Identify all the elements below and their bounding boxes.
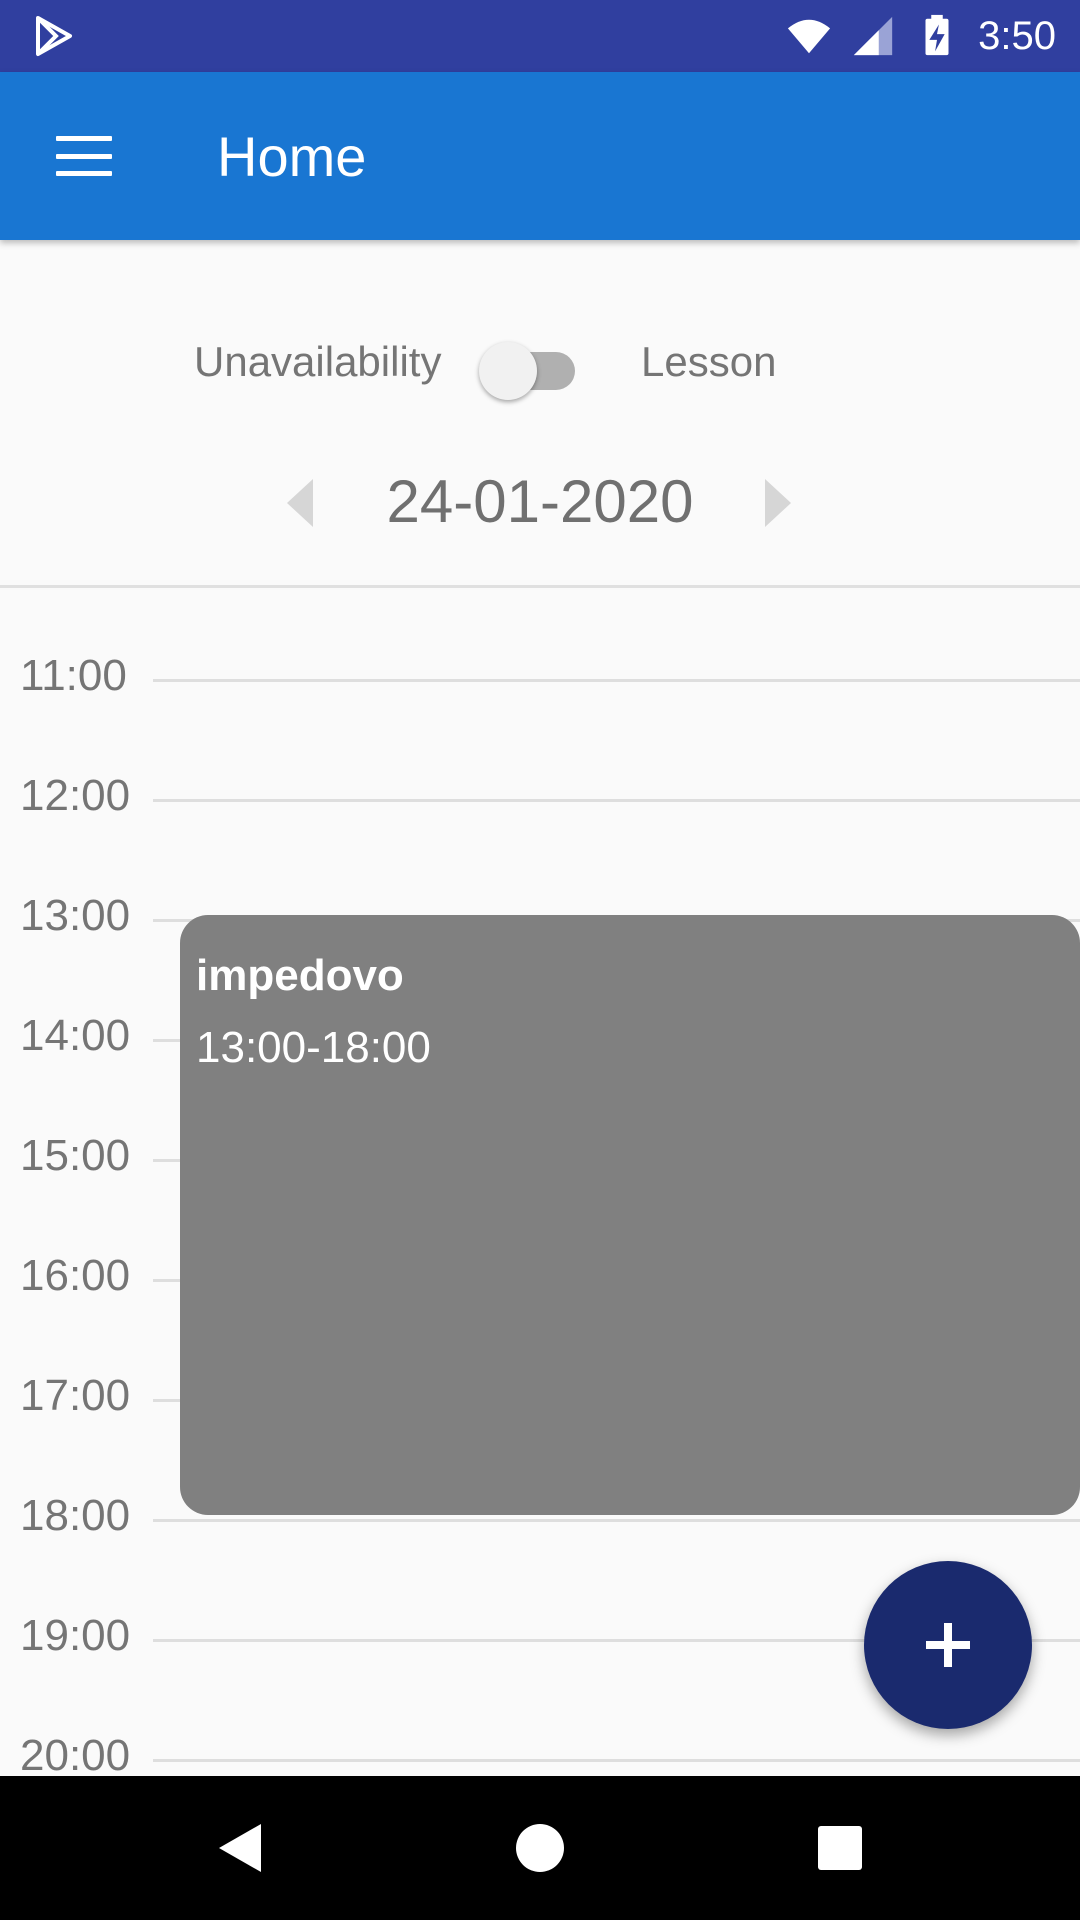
hour-label: 18:00 (20, 1491, 131, 1540)
cell-signal-icon (853, 16, 893, 56)
nav-home-button[interactable] (480, 1800, 600, 1896)
previous-day-button[interactable] (268, 471, 332, 535)
page-title: Home (217, 125, 367, 188)
mode-toggle-row: Unavailability Lesson (0, 320, 1080, 404)
current-date: 24-01-2020 (386, 468, 694, 535)
event-block[interactable]: impedovo 13:00-18:00 (180, 915, 1080, 1515)
mode-switch[interactable] (479, 334, 579, 400)
nav-back-button[interactable] (180, 1800, 300, 1896)
hour-line (153, 679, 1080, 682)
hour-row: 11:00 (0, 651, 1080, 711)
screen: 3:50 Home Unavailability Lesson 24-01-20… (0, 0, 1080, 1920)
hour-line (153, 1519, 1080, 1522)
home-icon (516, 1824, 564, 1872)
hour-label: 20:00 (20, 1731, 131, 1776)
hour-line (153, 799, 1080, 802)
status-time: 3:50 (978, 13, 1056, 58)
hour-line (153, 1759, 1080, 1762)
switch-thumb (479, 342, 537, 400)
status-bar: 3:50 (0, 0, 1080, 72)
navigation-bar (0, 1776, 1080, 1920)
hour-label: 14:00 (20, 1011, 131, 1060)
lesson-label: Lesson (641, 338, 777, 385)
hamburger-menu-icon (56, 136, 112, 176)
add-event-button[interactable] (864, 1561, 1032, 1729)
hour-row: 20:00 (0, 1731, 1080, 1776)
wifi-icon (788, 19, 831, 54)
hour-label: 15:00 (20, 1131, 131, 1180)
status-icons: 3:50 (786, 0, 1056, 72)
hour-label: 16:00 (20, 1251, 131, 1300)
next-day-button[interactable] (746, 471, 810, 535)
event-title: impedovo (196, 951, 404, 1000)
menu-button[interactable] (40, 116, 128, 196)
hour-label: 13:00 (20, 891, 131, 940)
app-bar: Home (0, 72, 1080, 240)
hour-label: 17:00 (20, 1371, 131, 1420)
back-icon (219, 1824, 261, 1872)
event-time-range: 13:00-18:00 (196, 1023, 431, 1072)
battery-charging-icon (925, 14, 949, 56)
play-store-icon (36, 16, 72, 56)
date-navigator: 24-01-2020 (0, 455, 1080, 555)
arrow-left-icon (287, 479, 313, 527)
unavailability-label: Unavailability (194, 338, 442, 385)
hour-row: 12:00 (0, 771, 1080, 831)
hour-label: 12:00 (20, 771, 131, 820)
plus-icon (926, 1623, 970, 1667)
nav-recent-apps-button[interactable] (780, 1800, 900, 1896)
hour-label: 19:00 (20, 1611, 131, 1660)
arrow-right-icon (765, 479, 791, 527)
recent-apps-icon (818, 1826, 862, 1870)
hour-label: 11:00 (20, 651, 127, 700)
